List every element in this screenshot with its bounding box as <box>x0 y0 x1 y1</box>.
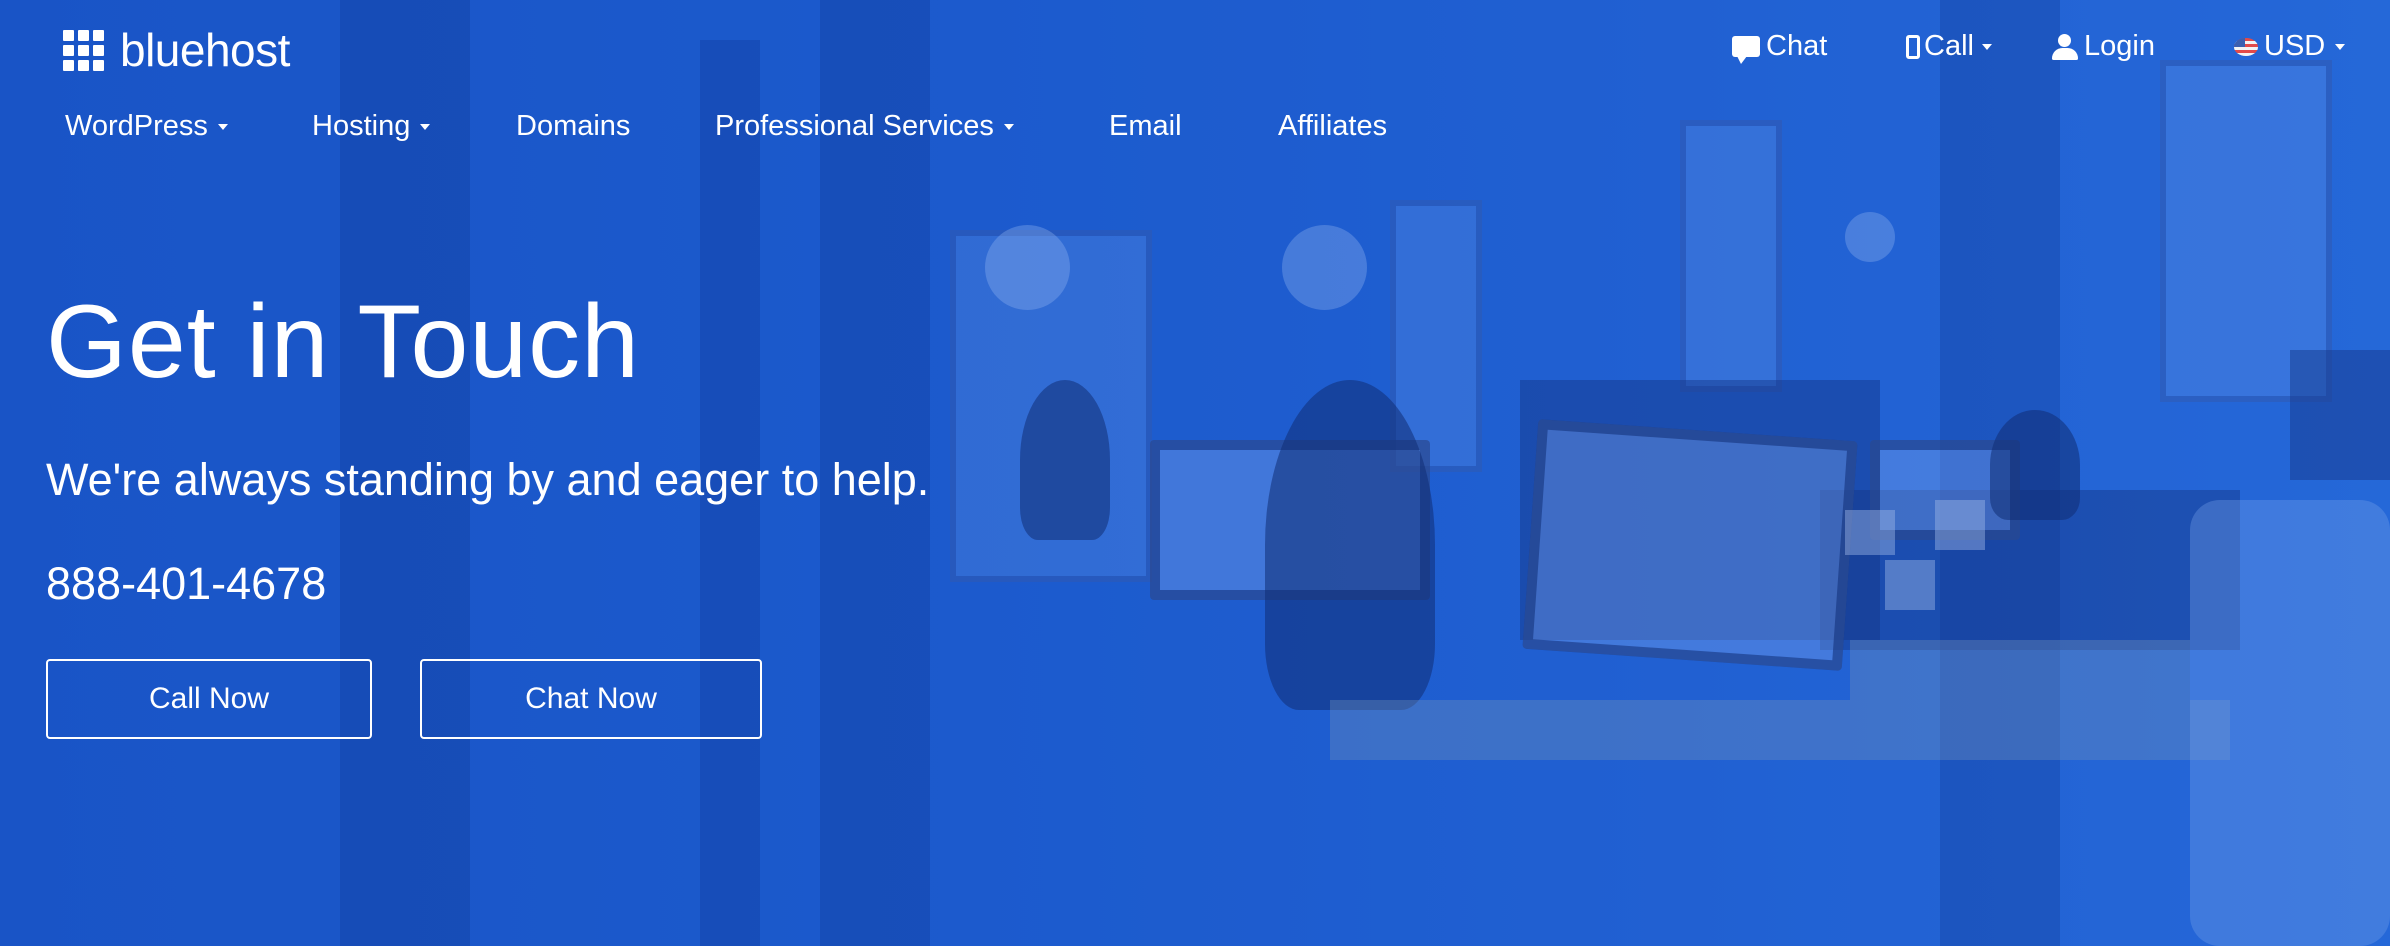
login-link[interactable]: Login <box>2052 30 2155 63</box>
hero-subtitle: We're always standing by and eager to he… <box>46 454 930 505</box>
chevron-down-icon <box>1003 123 1014 130</box>
nav-item-affiliates[interactable]: Affiliates <box>1278 110 1387 143</box>
chevron-down-icon <box>2335 43 2346 50</box>
chevron-down-icon <box>1981 43 1992 50</box>
chat-now-button[interactable]: Chat Now <box>420 659 762 739</box>
nav-item-professional-services[interactable]: Professional Services <box>715 110 1014 143</box>
chevron-down-icon <box>420 123 431 130</box>
call-dropdown-label: Call <box>1924 30 1974 62</box>
login-link-label: Login <box>2084 30 2155 62</box>
site-header: bluehost Chat Call Login USD <box>0 0 2390 100</box>
nav-item-domains[interactable]: Domains <box>516 110 630 143</box>
hero-section: bluehost Chat Call Login USD WordPress H… <box>0 0 2390 946</box>
nav-item-label: Affiliates <box>1278 110 1388 142</box>
currency-label: USD <box>2264 30 2326 62</box>
nav-item-label: WordPress <box>65 110 208 142</box>
nav-item-hosting[interactable]: Hosting <box>312 110 431 143</box>
phone-icon <box>1906 34 1920 59</box>
nav-item-label: Email <box>1109 110 1182 142</box>
nav-item-label: Domains <box>516 110 631 142</box>
chat-bubble-icon <box>1732 36 1760 64</box>
bluehost-logo[interactable]: bluehost <box>63 26 290 74</box>
chat-link[interactable]: Chat <box>1732 30 1828 64</box>
nav-item-label: Professional Services <box>715 110 994 142</box>
currency-dropdown[interactable]: USD <box>2234 30 2346 63</box>
logo-text: bluehost <box>120 24 290 76</box>
page-title: Get in Touch <box>46 284 641 400</box>
us-flag-icon <box>2234 37 2258 56</box>
call-now-button[interactable]: Call Now <box>46 659 372 739</box>
nav-item-label: Hosting <box>312 110 411 142</box>
chat-link-label: Chat <box>1766 30 1828 62</box>
nav-item-wordpress[interactable]: WordPress <box>65 110 228 143</box>
call-dropdown[interactable]: Call <box>1906 30 1992 63</box>
phone-number[interactable]: 888-401-4678 <box>46 556 326 612</box>
nav-item-email[interactable]: Email <box>1109 110 1182 143</box>
chevron-down-icon <box>217 123 228 130</box>
user-icon <box>2052 33 2078 60</box>
logo-grid-icon <box>63 29 104 71</box>
